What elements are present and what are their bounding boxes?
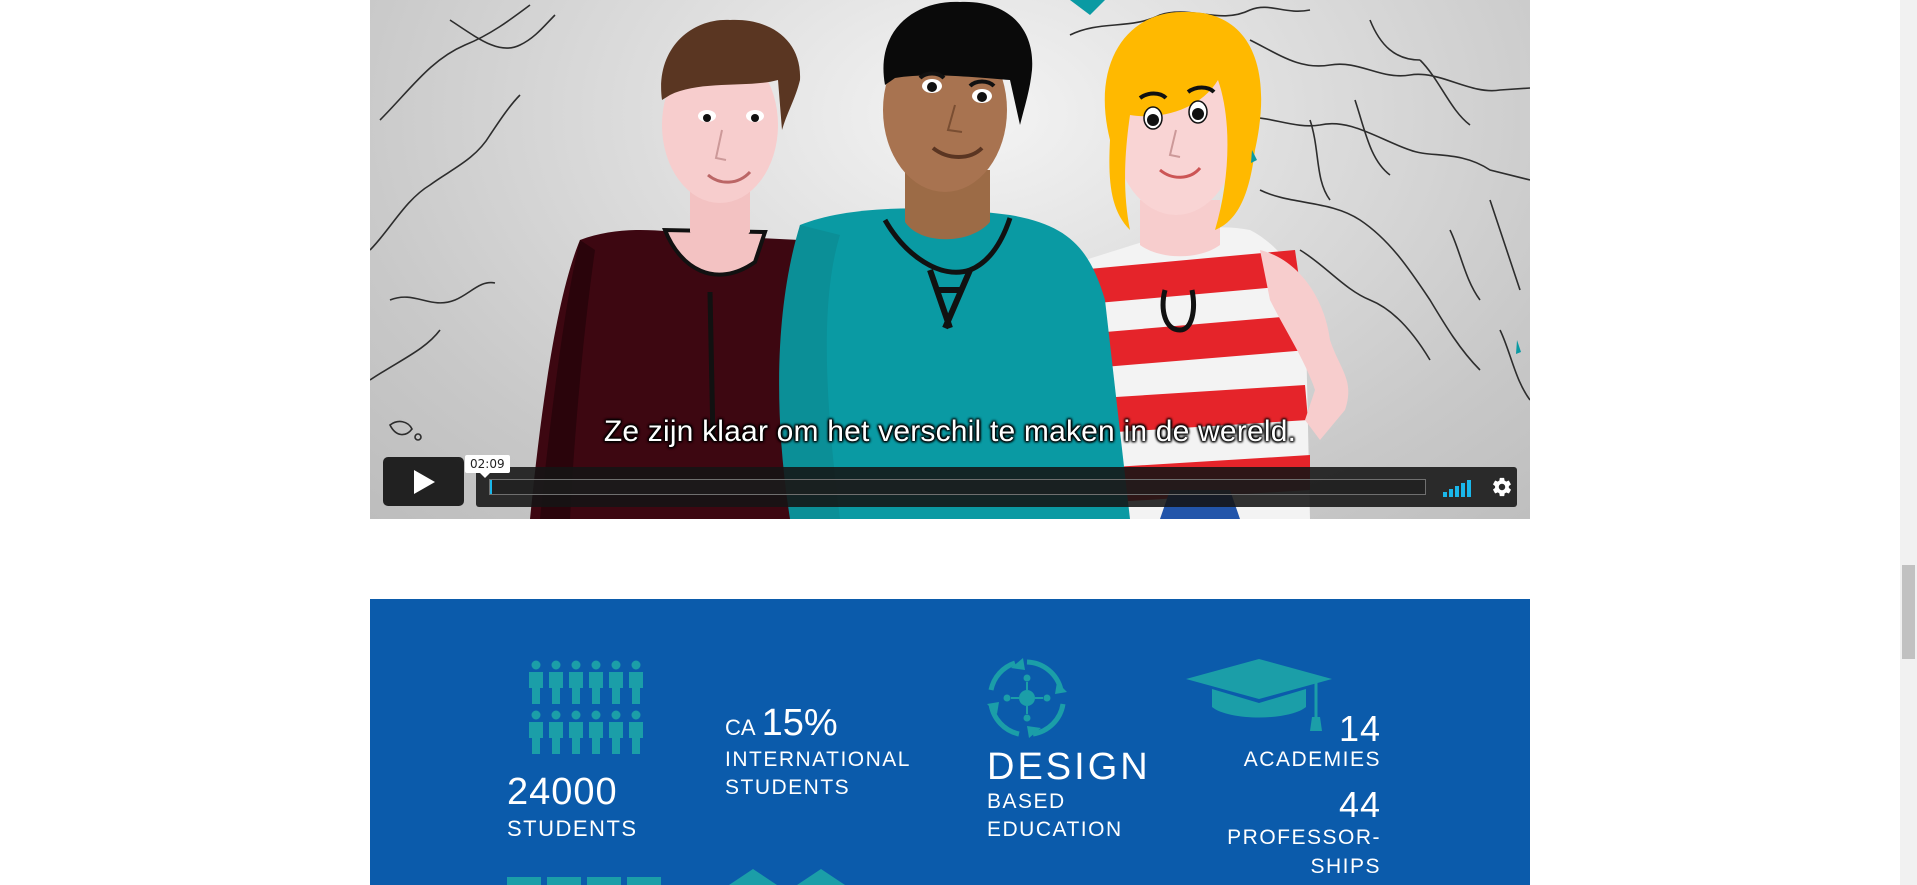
volume-icon[interactable] [1443,477,1475,497]
academies-label: ACADEMIES [1243,748,1381,771]
stats-infographic: 24000 STUDENTS CA 15% INTERNATIONAL STUD… [370,599,1530,885]
international-percent: 15% [761,702,838,744]
design-cycle-icon [987,658,1067,738]
person-figure [549,710,563,754]
play-icon [414,470,435,494]
students-stat: 24000 STUDENTS [507,773,638,840]
time-tooltip: 02:09 [465,455,510,478]
gear-icon[interactable] [1491,476,1513,498]
person-figure [569,660,583,704]
video-control-bar [476,467,1517,507]
academies-number: 14 [1338,708,1381,749]
person-figure [609,660,623,704]
next-row-icons [507,869,845,885]
video-player[interactable]: Ze zijn klaar om het verschil te maken i… [370,0,1530,519]
international-stat: CA 15% INTERNATIONAL STUDENTS [725,704,911,802]
person-figure [609,710,623,754]
page-scrollbar[interactable] [1900,0,1917,885]
students-label: STUDENTS [507,816,638,841]
video-progress-bar[interactable] [489,479,1426,495]
person-figure [629,710,643,754]
video-subtitle: Ze zijn klaar om het verschil te maken i… [603,415,1297,448]
person-figure [549,660,563,704]
international-prefix: CA [725,715,756,740]
person-figure [529,710,543,754]
professorships-label-line1: PROFESSOR- [1227,826,1381,849]
person-figure [629,660,643,704]
design-label-line1: BASED [987,790,1066,813]
design-stat: DESIGN BASED EDUCATION [987,748,1151,844]
play-button[interactable] [383,457,464,506]
professorships-label-line2: SHIPS [1310,855,1381,878]
person-figure [589,710,603,754]
academies-stat: 14 ACADEMIES [1244,711,1381,773]
design-label-line2: EDUCATION [987,818,1123,841]
people-icon [529,660,643,754]
person-figure [529,660,543,704]
design-title: DESIGN [987,746,1151,788]
professorships-stat: 44 PROFESSOR- SHIPS [1227,787,1381,881]
international-label-line2: STUDENTS [725,776,851,799]
person-figure [589,660,603,704]
person-figure [569,710,583,754]
video-progress-fill [490,480,492,494]
scrollbar-thumb[interactable] [1902,565,1915,659]
students-number: 24000 [507,771,618,813]
professorships-number: 44 [1338,784,1381,825]
international-label-line1: INTERNATIONAL [725,748,911,771]
